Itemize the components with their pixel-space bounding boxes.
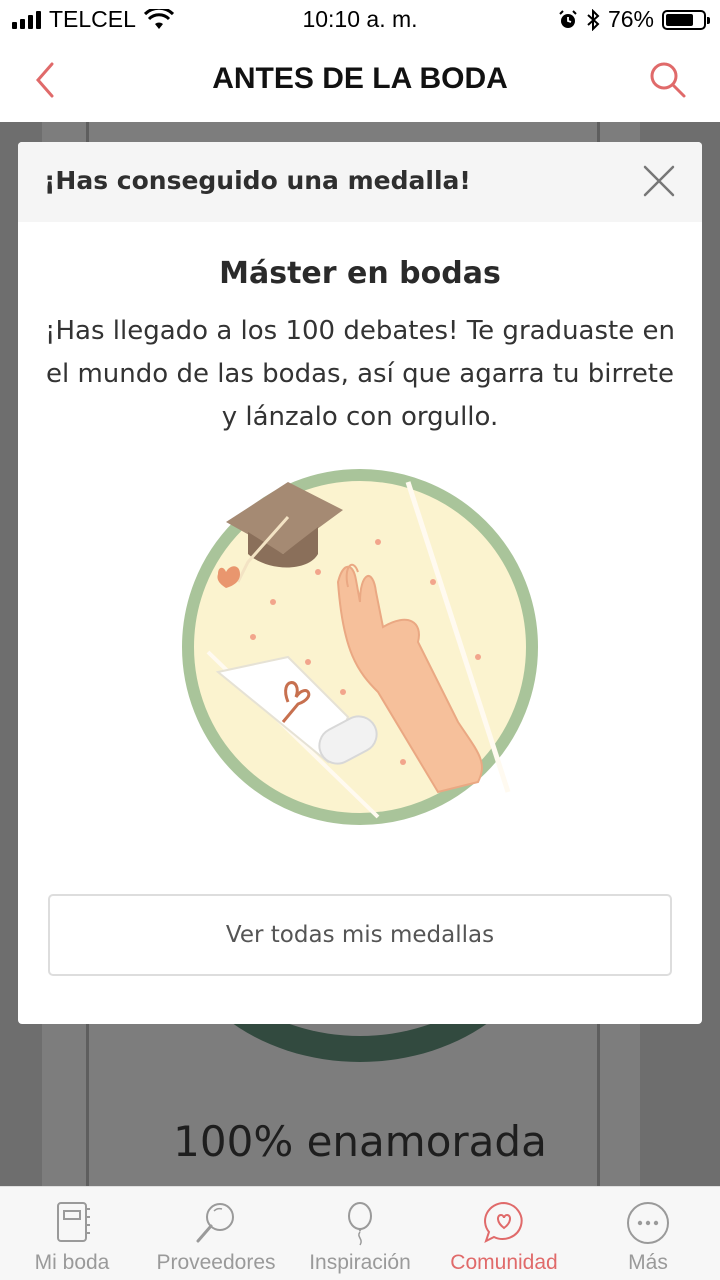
modal-header-title: ¡Has conseguido una medalla!: [44, 166, 471, 195]
tab-label-inspiracion: Inspiración: [309, 1251, 411, 1274]
tab-proveedores[interactable]: Proveedores: [144, 1187, 288, 1280]
chat-heart-icon: [484, 1201, 523, 1243]
alarm-icon: [559, 9, 577, 28]
modal-header: ¡Has conseguido una medalla!: [18, 142, 702, 222]
tab-mas[interactable]: Más: [576, 1187, 720, 1280]
tab-label-mi-boda: Mi boda: [34, 1251, 110, 1274]
graduation-medal-illustration: [182, 469, 538, 825]
balloon-icon: [348, 1202, 372, 1246]
magnifier-icon: [196, 1203, 234, 1243]
tab-label-comunidad: Comunidad: [450, 1251, 558, 1274]
tab-label-proveedores: Proveedores: [156, 1251, 276, 1274]
bluetooth-icon: [587, 8, 600, 31]
notebook-icon: [57, 1202, 90, 1242]
medal-title: Máster en bodas: [219, 256, 501, 291]
tab-inspiracion[interactable]: Inspiración: [288, 1187, 432, 1280]
battery-fill: [666, 13, 694, 26]
battery-icon: [662, 9, 710, 30]
page-title: ANTES DE LA BODA: [212, 62, 508, 95]
medal-modal: ¡Has conseguido una medalla! Máster en b…: [18, 142, 702, 1024]
view-all-medals-button[interactable]: Ver todas mis medallas: [48, 894, 672, 976]
status-bar: TELCEL 10:10 a. m. 76%: [0, 0, 720, 40]
more-icon: [627, 1202, 669, 1244]
status-right: 76%: [558, 6, 710, 33]
nav-header: ANTES DE LA BODA: [0, 40, 720, 122]
tab-comunidad[interactable]: Comunidad: [432, 1187, 576, 1280]
tab-bar: Mi boda Proveedores Inspiración Comunida…: [0, 1186, 720, 1280]
tab-mi-boda[interactable]: Mi boda: [0, 1187, 144, 1280]
background-progress-text: 100% enamorada: [173, 1117, 547, 1166]
tab-label-mas: Más: [628, 1251, 668, 1274]
battery-percent: 76%: [607, 6, 654, 32]
medal-description: ¡Has llegado a los 100 debates! Te gradu…: [45, 316, 675, 432]
close-icon[interactable]: [642, 164, 676, 198]
search-icon[interactable]: [646, 58, 690, 102]
